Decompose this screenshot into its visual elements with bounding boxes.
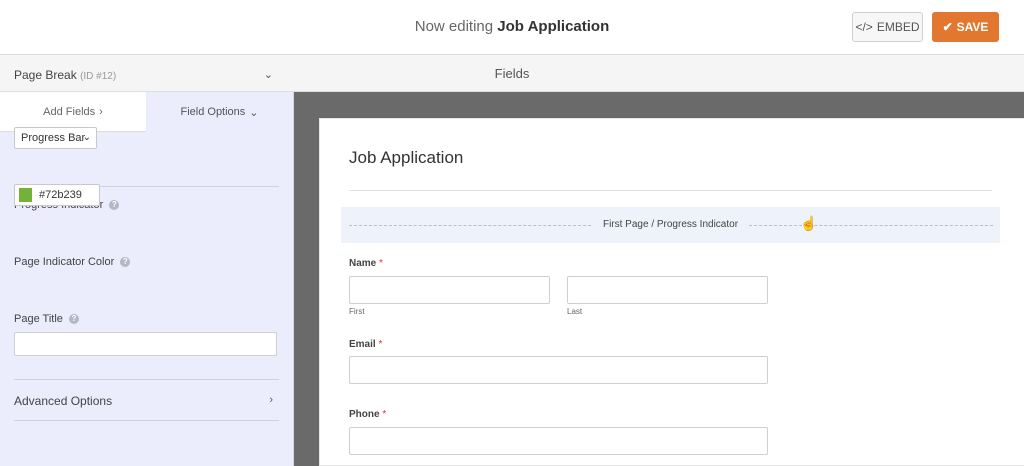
progress-indicator-value: Progress Bar xyxy=(21,132,86,144)
email-input[interactable] xyxy=(349,356,768,384)
embed-button-label: EMBED xyxy=(876,20,920,34)
divider xyxy=(14,420,279,421)
page-indicator-color-value: #72b239 xyxy=(39,189,82,201)
save-button[interactable]: ✔ SAVE xyxy=(932,12,999,42)
dashed-line xyxy=(749,225,993,226)
color-swatch[interactable] xyxy=(19,188,32,202)
phone-label-text: Phone xyxy=(349,409,380,420)
required-mark: * xyxy=(378,339,383,350)
page-title-input[interactable] xyxy=(14,332,277,356)
form-title: Job Application xyxy=(349,148,464,167)
page-title-text: Page Title xyxy=(14,313,63,325)
divider xyxy=(349,190,992,191)
page-break-field[interactable]: First Page / Progress Indicator xyxy=(341,207,1000,243)
hand-cursor-icon: ☝ xyxy=(800,215,818,231)
help-icon[interactable]: ? xyxy=(120,257,131,267)
chevron-right-icon: › xyxy=(99,105,103,118)
email-label-text: Email xyxy=(349,339,376,350)
progress-indicator-select[interactable]: Progress Bar ⌄ xyxy=(14,127,97,149)
help-icon[interactable]: ? xyxy=(68,314,79,324)
embed-button[interactable]: </> EMBED xyxy=(852,12,923,42)
advanced-options-label: Advanced Options xyxy=(14,394,113,408)
email-field-label: Email * xyxy=(349,339,382,350)
page-indicator-color-label: Page Indicator Color ? xyxy=(14,256,131,268)
name-last-sublabel: Last xyxy=(567,307,583,316)
page-title-label: Page Title ? xyxy=(14,313,79,325)
divider xyxy=(14,379,279,380)
tab-field-options-label: Field Options xyxy=(180,106,246,118)
phone-field-label: Phone * xyxy=(349,409,386,420)
help-icon[interactable]: ? xyxy=(109,200,120,210)
page-break-section-toggle[interactable]: Page Break (ID #12) ⌄ xyxy=(14,68,279,82)
chevron-down-icon: ⌄ xyxy=(263,69,273,81)
required-mark: * xyxy=(379,258,383,269)
page-break-title: Page Break xyxy=(14,68,77,82)
page-indicator-color-input[interactable]: #72b239 xyxy=(14,184,100,206)
checkmark-icon: ✔ xyxy=(942,20,953,34)
page-break-id: (ID #12) xyxy=(80,71,117,82)
phone-input[interactable] xyxy=(349,427,768,455)
name-first-sublabel: First xyxy=(349,307,365,316)
sidebar-tabs: Add Fields › Field Options ⌄ xyxy=(0,92,293,132)
save-button-label: SAVE xyxy=(956,20,989,34)
name-label-text: Name xyxy=(349,258,377,269)
required-mark: * xyxy=(382,409,387,420)
page-indicator-color-text: Page Indicator Color xyxy=(14,256,115,268)
name-field-label: Name * xyxy=(349,258,383,269)
form-name: Job Application xyxy=(497,18,610,35)
name-last-input[interactable] xyxy=(567,276,768,304)
tab-add-fields[interactable]: Add Fields › xyxy=(0,92,146,132)
fields-bar-label: Fields xyxy=(494,66,530,81)
name-first-input[interactable] xyxy=(349,276,550,304)
advanced-options-toggle[interactable]: Advanced Options › xyxy=(14,394,279,408)
tab-field-options[interactable]: Field Options ⌄ xyxy=(146,92,293,132)
chevron-down-icon: ⌄ xyxy=(249,106,259,119)
tab-add-fields-label: Add Fields xyxy=(43,105,96,118)
top-bar: Now editing Job Application </> EMBED ✔ … xyxy=(0,0,1024,55)
chevron-down-icon: ⌄ xyxy=(82,132,91,143)
code-icon: </> xyxy=(855,20,873,34)
title-prefix: Now editing xyxy=(414,18,494,35)
chevron-right-icon: › xyxy=(269,394,273,406)
